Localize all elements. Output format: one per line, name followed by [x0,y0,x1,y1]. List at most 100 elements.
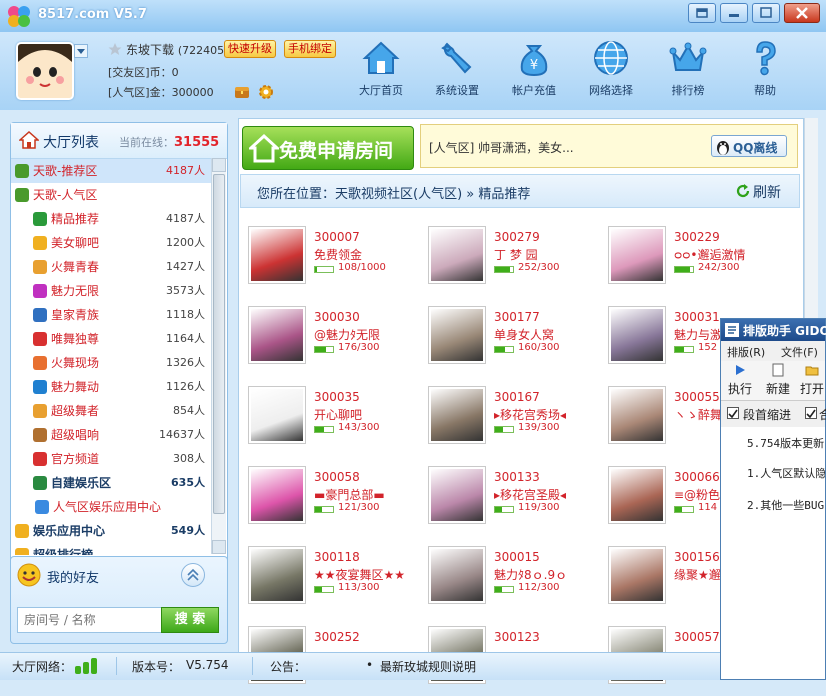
room-card[interactable]: 300177 单身女人窝 160/300 [428,306,604,376]
settings-gear-icon[interactable] [258,84,274,100]
room-card[interactable]: 300279 丁 梦 园 252/300 [428,226,604,296]
treasure-chest-icon[interactable] [234,84,250,100]
room-thumbnail[interactable] [428,466,486,524]
merge-checkbox[interactable] [805,407,817,419]
menu-file[interactable]: 文件(F) [781,344,818,360]
lobby-item[interactable]: 超级唱响 14637人 [11,423,211,447]
toolbar-settings-label: 系统设置 [435,84,479,97]
lobby-item[interactable]: 美女聊吧 1200人 [11,231,211,255]
room-card[interactable]: 300035 开心聊吧 143/300 [248,386,424,456]
lobby-item[interactable]: 天歌-人气区 [11,183,211,207]
room-thumbnail[interactable] [608,466,666,524]
content-scrollbar[interactable] [804,118,818,318]
room-thumbnail[interactable] [248,306,306,364]
room-photo [431,229,483,281]
room-thumbnail[interactable] [428,546,486,604]
menu-layout[interactable]: 排版(R) [727,344,765,360]
lobby-item[interactable]: 官方频道 308人 [11,447,211,471]
toolbar-home[interactable]: 大厅首页 [350,38,412,104]
room-thumbnail[interactable] [428,226,486,284]
lobby-item[interactable]: 魅力舞动 1126人 [11,375,211,399]
minimize-button[interactable] [720,3,748,23]
popup-text-area[interactable]: 5.754版本更新 1.人气区默认隐 2.其他一些BUG [721,429,825,679]
lobby-item[interactable]: 天歌-推荐区 4187人 [11,159,211,183]
room-thumbnail[interactable] [608,226,666,284]
lobby-item[interactable]: 火舞现场 1326人 [11,351,211,375]
room-thumbnail[interactable] [248,226,306,284]
room-card[interactable]: 300118 ★★夜宴舞区★★ 113/300 [248,546,424,616]
bind-phone-button[interactable]: 手机绑定 [284,40,336,58]
notice-text[interactable]: 最新玫城规则说明 [380,658,476,675]
close-button[interactable] [784,3,820,23]
room-name: 魅力ﾀ8ｏ.9ｏ [494,568,568,582]
lobby-item[interactable]: 精品推荐 4187人 [11,207,211,231]
toolbar-recharge[interactable]: ¥ 帐户充值 [503,38,565,104]
lobby-item[interactable]: 娱乐应用中心 549人 [11,519,211,543]
room-search-input[interactable] [17,607,163,633]
room-card[interactable]: 300030 @魅力ﾀ无限 176/300 [248,306,424,376]
room-card[interactable]: 300229 ᴑᴑ•邂逅激情 242/300 [608,226,784,296]
lobby-scrollbar[interactable] [211,158,226,554]
popup-line-3: 2.其他一些BUG [747,499,825,512]
avatar[interactable] [16,42,74,100]
room-thumbnail[interactable] [608,546,666,604]
scroll-up-arrow[interactable] [212,158,226,172]
collapse-friends-button[interactable] [181,563,205,587]
lobby-item-icon [33,404,47,418]
room-thumbnail[interactable] [428,306,486,364]
online-count: 31555 [174,135,220,150]
toolbar-ranking[interactable]: 排行榜 [657,38,719,104]
room-occupancy: 143/300 [338,422,380,433]
room-thumbnail[interactable] [248,546,306,604]
room-thumbnail[interactable] [428,386,486,444]
room-thumbnail[interactable] [608,386,666,444]
room-occupancy: 112/300 [518,582,560,593]
room-id: 300167 [494,390,540,404]
help-icon [756,41,776,76]
toolbar-settings[interactable]: 系统设置 [426,38,488,104]
lobby-item[interactable]: 唯舞独尊 1164人 [11,327,211,351]
lobby-item-label: 天歌-人气区 [33,188,98,202]
room-card[interactable]: 300167 ▸移花宫秀场◂ 139/300 [428,386,604,456]
toolbar-network[interactable]: 网络选择 [580,38,642,104]
lobby-item[interactable]: 人气区娱乐应用中心 [11,495,211,519]
room-thumbnail[interactable] [608,306,666,364]
money-bag-icon: ¥ [520,45,548,77]
qq-status-button[interactable]: QQ离线 [711,135,787,157]
refresh-button[interactable]: 刷新 [735,181,795,201]
quick-upgrade-button[interactable]: 快速升级 [224,40,276,58]
room-thumbnail[interactable] [248,386,306,444]
toolbar-help[interactable]: 帮助 [734,38,796,104]
exec-button[interactable]: 执行 [725,363,755,399]
search-button[interactable]: 搜 索 [161,607,219,633]
lobby-item-count: 1326人 [166,356,205,369]
lobby-item[interactable]: 皇家青族 1118人 [11,303,211,327]
open-button[interactable]: 打开 [797,363,826,399]
lobby-item[interactable]: 火舞青春 1427人 [11,255,211,279]
room-card[interactable]: 300133 ▸移花宫圣殿◂ 119/300 [428,466,604,536]
lobby-item-count: 854人 [173,404,205,417]
new-button[interactable]: 新建 [763,363,793,399]
skin-button[interactable] [688,3,716,23]
lobby-title: 大厅列表 [43,135,99,151]
avatar-dropdown[interactable] [74,44,88,58]
lobby-item[interactable]: 超级排行榜 [11,543,211,555]
room-occupancy-fill [495,507,503,512]
room-thumbnail[interactable] [248,466,306,524]
lobby-item-label: 超级舞者 [51,404,100,418]
room-occupancy-bar [674,266,694,273]
lobby-header: 大厅列表 当前在线：31555 [11,123,227,159]
lobby-item[interactable]: 魅力无限 3573人 [11,279,211,303]
room-card[interactable]: 300058 ▬豪門总部▬ 121/300 [248,466,424,536]
lobby-item[interactable]: 超级舞者 854人 [11,399,211,423]
indent-checkbox[interactable] [727,407,739,419]
scroll-down-arrow[interactable] [212,540,226,554]
lobby-item[interactable]: 自建娱乐区 635人 [11,471,211,495]
scroll-thumb[interactable] [213,174,225,514]
room-occupancy-bar [314,426,334,433]
free-room-button[interactable]: 免费申请房间 [242,126,414,170]
room-card[interactable]: 300015 魅力ﾀ8ｏ.9ｏ 112/300 [428,546,604,616]
room-card[interactable]: 300007 免费领金 108/1000 [248,226,424,296]
maximize-button[interactable] [752,3,780,23]
lobby-item-label: 魅力无限 [51,284,100,298]
